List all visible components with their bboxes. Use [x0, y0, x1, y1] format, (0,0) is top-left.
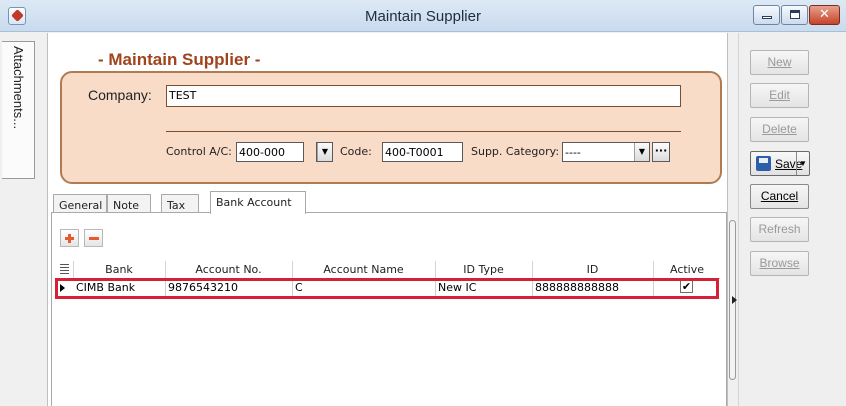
title-bar: Maintain Supplier ✕	[0, 0, 846, 32]
browse-button[interactable]: Browse	[750, 251, 809, 276]
supp-category-lookup-button[interactable]: ···	[652, 142, 670, 162]
cell-id[interactable]: 888888888888	[535, 281, 619, 294]
control-ac-select[interactable]: 400-000	[236, 142, 304, 162]
chevron-right-icon[interactable]	[732, 296, 737, 304]
tab-note[interactable]: Note	[107, 194, 151, 214]
column-header-account-name[interactable]: Account Name	[292, 263, 435, 276]
refresh-button-label: Refresh	[758, 222, 801, 236]
code-label: Code:	[340, 145, 372, 158]
edit-button[interactable]: Edit	[750, 83, 809, 108]
maximize-icon	[790, 10, 800, 19]
bank-account-grid: Bank Account No. Account Name ID Type ID…	[55, 260, 720, 299]
column-header-bank[interactable]: Bank	[73, 263, 165, 276]
grid-header: Bank Account No. Account Name ID Type ID…	[57, 260, 720, 279]
add-row-button[interactable]	[60, 229, 79, 247]
save-button[interactable]: Save ▼	[750, 151, 810, 176]
edit-button-label: Edit	[769, 88, 790, 102]
close-button[interactable]: ✕	[809, 5, 840, 25]
column-header-id-type[interactable]: ID Type	[435, 263, 532, 276]
code-input[interactable]: 400-T0001	[382, 142, 463, 162]
company-label: Company:	[88, 87, 152, 103]
attachments-tab-label: Attachments...	[11, 46, 26, 130]
cell-bank[interactable]: CIMB Bank	[76, 281, 135, 294]
close-icon: ✕	[819, 7, 830, 22]
current-row-indicator-icon	[60, 284, 65, 292]
supp-category-select[interactable]: ---- ▼	[562, 142, 650, 162]
refresh-button[interactable]: Refresh	[750, 217, 809, 242]
table-row[interactable]: CIMB Bank 9876543210 C New IC 8888888888…	[57, 279, 720, 297]
supp-category-value: ----	[565, 146, 581, 159]
cancel-button[interactable]: Cancel	[750, 184, 809, 209]
remove-row-button[interactable]	[84, 229, 103, 247]
form-heading: - Maintain Supplier -	[98, 50, 261, 69]
new-button-label: New	[767, 55, 792, 69]
left-side-panel: Attachments...	[0, 33, 40, 406]
delete-button-label: Delete	[762, 122, 797, 136]
column-header-id[interactable]: ID	[532, 263, 653, 276]
chevron-down-icon[interactable]: ▼	[796, 152, 809, 175]
column-header-active[interactable]: Active	[653, 263, 721, 276]
cell-id-type[interactable]: New IC	[438, 281, 476, 294]
control-ac-dropdown-button[interactable]: ▼	[316, 142, 333, 162]
delete-button[interactable]: Delete	[750, 117, 809, 142]
active-checkbox[interactable]: ✔	[680, 280, 693, 293]
floppy-disk-icon	[756, 156, 771, 171]
cancel-button-label: Cancel	[760, 189, 799, 203]
chevron-down-icon: ▼	[317, 143, 332, 161]
supp-category-label: Supp. Category:	[471, 145, 560, 158]
cell-account-no[interactable]: 9876543210	[168, 281, 238, 294]
minimize-icon	[762, 16, 772, 19]
chevron-down-icon: ▼	[634, 143, 649, 161]
company-input[interactable]: TEST	[166, 85, 681, 107]
attachments-tab[interactable]: Attachments...	[2, 41, 35, 179]
maintain-supplier-window: Maintain Supplier ✕ Attachments... - Mai…	[0, 0, 846, 406]
minimize-button[interactable]	[753, 5, 780, 25]
new-button[interactable]: New	[750, 50, 809, 75]
control-ac-label: Control A/C:	[166, 145, 232, 158]
cell-account-name[interactable]: C	[295, 281, 303, 294]
maximize-button[interactable]	[781, 5, 808, 25]
column-header-account-no[interactable]: Account No.	[165, 263, 292, 276]
bank-account-panel: Bank Account No. Account Name ID Type ID…	[51, 212, 727, 406]
browse-button-label: Browse	[759, 256, 800, 270]
action-sidebar: New Edit Delete Save ▼ Cancel Refresh Br…	[738, 33, 846, 406]
divider	[166, 131, 681, 132]
control-ac-value: 400-000	[239, 146, 285, 159]
tab-bank-account[interactable]: Bank Account	[210, 191, 306, 214]
tab-general[interactable]: General	[53, 194, 107, 214]
tab-tax[interactable]: Tax	[161, 194, 199, 214]
company-panel: Company: TEST Control A/C: 400-000 ▼ Cod…	[60, 71, 722, 184]
window-title: Maintain Supplier	[365, 8, 481, 25]
column-menu-icon[interactable]	[60, 264, 69, 274]
main-form: - Maintain Supplier - Company: TEST Cont…	[47, 33, 728, 406]
